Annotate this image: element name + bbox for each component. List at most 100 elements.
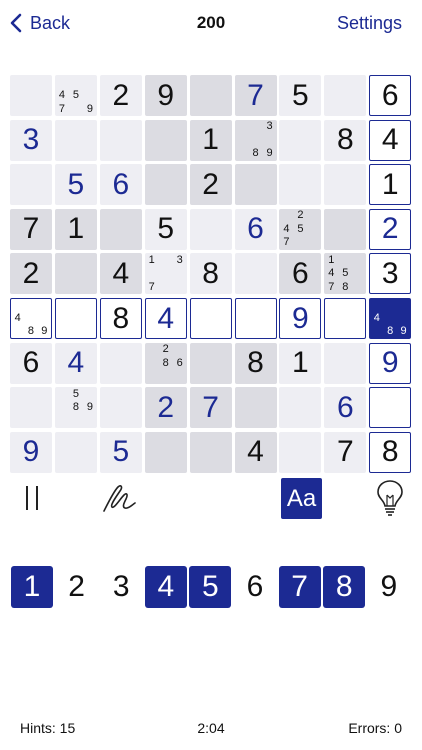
note-digit	[69, 102, 83, 116]
cell-r9-c1[interactable]: 9	[10, 431, 52, 473]
cell-r6-c2[interactable]	[54, 298, 97, 339]
cell-r6-c8[interactable]	[324, 298, 367, 339]
cell-value: 2	[112, 78, 130, 112]
cell-r1-c4[interactable]: 9	[144, 75, 187, 116]
cell-r7-c5[interactable]	[189, 342, 232, 384]
cell-r1-c3[interactable]: 2	[99, 75, 142, 116]
cell-r2-c5[interactable]: 1	[189, 119, 232, 161]
cell-r9-c2[interactable]	[54, 431, 97, 473]
notes-toggle[interactable]: Aa	[281, 478, 322, 519]
cell-r5-c8[interactable]: 14578	[324, 253, 367, 295]
cell-r5-c1[interactable]: 2	[10, 253, 52, 295]
cell-r7-c1[interactable]: 6	[10, 342, 52, 384]
draw-button[interactable]	[100, 478, 140, 518]
cell-r2-c2[interactable]	[54, 119, 97, 161]
cell-r5-c7[interactable]: 6	[279, 253, 322, 295]
cell-r9-c6[interactable]: 4	[234, 431, 277, 473]
cell-r2-c9[interactable]: 4	[369, 119, 412, 161]
cell-r1-c1[interactable]	[10, 75, 52, 116]
cell-r9-c5[interactable]	[189, 431, 232, 473]
cell-r3-c9[interactable]: 1	[369, 164, 412, 206]
number-key-4[interactable]: 4	[144, 566, 187, 608]
cell-r8-c5[interactable]: 7	[189, 387, 232, 429]
pause-button[interactable]	[12, 478, 52, 518]
settings-button[interactable]: Settings	[337, 13, 402, 34]
cell-r9-c8[interactable]: 7	[324, 431, 367, 473]
cell-r8-c4[interactable]: 2	[144, 387, 187, 429]
number-key-6[interactable]: 6	[234, 566, 276, 608]
cell-r1-c6[interactable]: 7	[234, 75, 277, 116]
cell-r1-c5[interactable]	[189, 75, 232, 116]
cell-r3-c2[interactable]: 5	[54, 164, 97, 206]
cell-r7-c4[interactable]: 286	[144, 342, 187, 384]
cell-r1-c8[interactable]	[324, 75, 367, 116]
cell-r8-c6[interactable]	[234, 387, 277, 429]
cell-r2-c1[interactable]: 3	[10, 119, 52, 161]
cell-r6-c9[interactable]: 489	[369, 298, 412, 339]
cell-r4-c2[interactable]: 1	[54, 208, 97, 250]
cell-r6-c4[interactable]: 4	[144, 298, 187, 339]
cell-r2-c4[interactable]	[144, 119, 187, 161]
cell-r8-c8[interactable]: 6	[324, 387, 367, 429]
cell-r7-c6[interactable]: 8	[234, 342, 277, 384]
number-key-3[interactable]: 3	[100, 566, 142, 608]
cell-r8-c1[interactable]	[10, 387, 52, 429]
cell-r5-c5[interactable]: 8	[189, 253, 232, 295]
cell-r6-c7[interactable]: 9	[279, 298, 322, 339]
cell-r4-c6[interactable]: 6	[234, 208, 277, 250]
cell-r3-c1[interactable]	[10, 164, 52, 206]
cell-r9-c9[interactable]: 8	[369, 431, 412, 473]
cell-r2-c8[interactable]: 8	[324, 119, 367, 161]
cell-r5-c2[interactable]	[54, 253, 97, 295]
cell-r5-c3[interactable]: 4	[99, 253, 142, 295]
hint-button[interactable]	[370, 478, 410, 518]
cell-r4-c3[interactable]	[99, 208, 142, 250]
number-key-5[interactable]: 5	[189, 566, 232, 608]
cell-r4-c8[interactable]	[324, 208, 367, 250]
cell-r9-c4[interactable]	[144, 431, 187, 473]
cell-r3-c5[interactable]: 2	[189, 164, 232, 206]
cell-r3-c8[interactable]	[324, 164, 367, 206]
number-key-2[interactable]: 2	[56, 566, 98, 608]
cell-r4-c4[interactable]: 5	[144, 208, 187, 250]
note-digit	[352, 253, 366, 267]
cell-r2-c3[interactable]	[99, 119, 142, 161]
cell-r5-c6[interactable]	[234, 253, 277, 295]
cell-r7-c8[interactable]	[324, 342, 367, 384]
cell-r4-c7[interactable]: 2457	[279, 208, 322, 250]
cell-r8-c3[interactable]	[99, 387, 142, 429]
cell-r6-c3[interactable]: 8	[99, 298, 142, 339]
cell-r4-c9[interactable]: 2	[369, 208, 412, 250]
cell-r6-c1[interactable]: 489	[10, 298, 52, 339]
cell-r6-c5[interactable]	[189, 298, 232, 339]
number-key-9[interactable]: 9	[368, 566, 410, 608]
cell-r5-c9[interactable]: 3	[369, 253, 412, 295]
cell-r1-c2[interactable]: 457 9	[54, 75, 97, 116]
cell-r1-c7[interactable]: 5	[279, 75, 322, 116]
cell-r7-c2[interactable]: 4	[54, 342, 97, 384]
cell-r3-c6[interactable]	[234, 164, 277, 206]
cell-r4-c5[interactable]	[189, 208, 232, 250]
note-digit	[11, 325, 24, 338]
number-key-8[interactable]: 8	[323, 566, 366, 608]
cell-r3-c4[interactable]	[144, 164, 187, 206]
number-key-7[interactable]: 7	[278, 566, 321, 608]
cell-r7-c9[interactable]: 9	[369, 342, 412, 384]
cell-r8-c9[interactable]	[369, 387, 412, 429]
cell-r8-c2[interactable]: 589	[54, 387, 97, 429]
number-key-1[interactable]: 1	[11, 566, 53, 608]
cell-r1-c9[interactable]: 6	[369, 75, 412, 116]
note-digit	[235, 120, 249, 134]
cell-r2-c7[interactable]	[279, 119, 322, 161]
cell-r2-c6[interactable]: 3 89	[234, 119, 277, 161]
cell-r4-c1[interactable]: 7	[10, 208, 52, 250]
cell-r8-c7[interactable]	[279, 387, 322, 429]
cell-r9-c7[interactable]	[279, 431, 322, 473]
cell-r9-c3[interactable]: 5	[99, 431, 142, 473]
cell-r5-c4[interactable]: 1 3 7	[144, 253, 187, 295]
cell-r6-c6[interactable]	[234, 298, 277, 339]
cell-r7-c7[interactable]: 1	[279, 342, 322, 384]
cell-r3-c7[interactable]	[279, 164, 322, 206]
cell-r3-c3[interactable]: 6	[99, 164, 142, 206]
cell-r7-c3[interactable]	[99, 342, 142, 384]
